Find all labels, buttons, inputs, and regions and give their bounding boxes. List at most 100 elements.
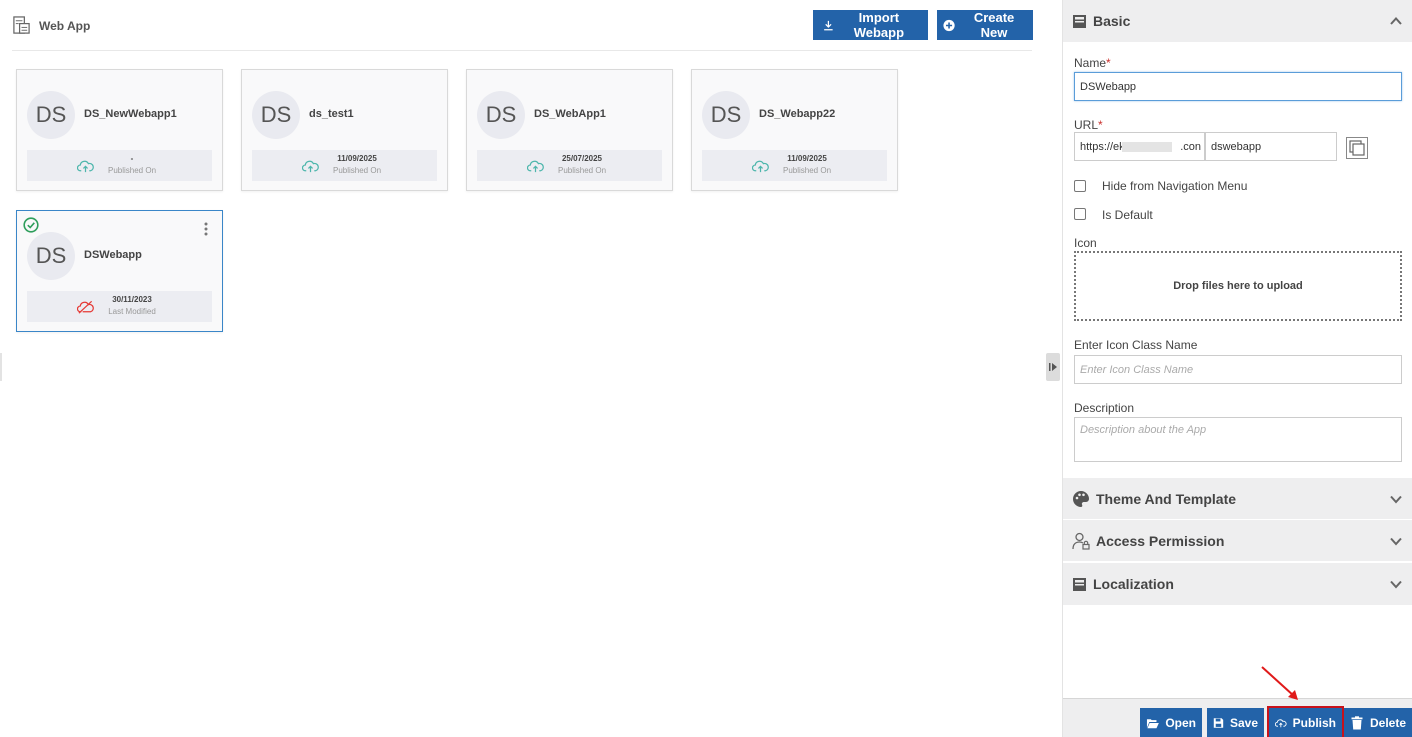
more-options-icon[interactable]: [202, 221, 210, 237]
card-date: 25/07/2025: [561, 154, 603, 163]
card-footer: - Published On: [27, 150, 212, 181]
webapp-card-selected[interactable]: DS DSWebapp 30/11/2023 Last Modified: [16, 210, 223, 332]
page-title-text: Web App: [39, 18, 91, 33]
required-mark: *: [1098, 118, 1103, 132]
webapp-card[interactable]: DS DS_WebApp1 25/07/2025 Published On: [466, 69, 673, 191]
hide-nav-label: Hide from Navigation Menu: [1102, 179, 1248, 193]
card-name: DSWebapp: [84, 249, 142, 261]
panel-toggle-handle[interactable]: [1046, 353, 1060, 381]
section-access-title: Access Permission: [1096, 532, 1225, 549]
cloud-upload-icon: [1275, 719, 1287, 728]
card-footer: 11/09/2025 Published On: [252, 150, 437, 181]
section-basic-header[interactable]: Basic: [1063, 0, 1412, 42]
check-circle-icon: [23, 217, 39, 233]
avatar: DS: [27, 232, 75, 280]
icon-class-label: Enter Icon Class Name: [1074, 338, 1198, 352]
import-webapp-button[interactable]: Import Webapp: [813, 10, 928, 40]
cloud-off-icon: [77, 300, 94, 314]
copy-url-button[interactable]: [1346, 137, 1368, 159]
copy-icon: [1349, 140, 1365, 156]
app-header: Web App Import Webapp Create New: [12, 8, 1033, 51]
card-footer-text: 30/11/2023 Last Modified: [97, 294, 167, 318]
url-label: URL*: [1074, 118, 1103, 132]
card-name: DS_WebApp1: [534, 108, 606, 120]
is-default-label: Is Default: [1102, 208, 1153, 222]
palette-icon: [1073, 490, 1089, 507]
left-edge-handle: [0, 353, 2, 381]
icon-class-input[interactable]: [1074, 355, 1402, 384]
cloud-upload-icon: [752, 160, 769, 173]
save-label: Save: [1229, 716, 1258, 730]
cloud-upload-icon: [77, 160, 94, 173]
plus-circle-icon: [943, 19, 955, 31]
section-access-header[interactable]: Access Permission: [1063, 520, 1412, 562]
card-status: Published On: [782, 166, 832, 175]
card-footer: 30/11/2023 Last Modified: [27, 291, 212, 322]
save-button[interactable]: Save: [1207, 708, 1264, 737]
chevron-up-icon: [1390, 17, 1402, 25]
card-status: Published On: [557, 166, 607, 175]
chevron-down-icon: [1390, 580, 1402, 589]
card-date: 11/09/2025: [337, 154, 377, 163]
webapp-card[interactable]: DS DS_NewWebapp1 - Published On: [16, 69, 223, 191]
hide-nav-checkbox[interactable]: [1074, 180, 1086, 192]
user-lock-icon: [1072, 532, 1090, 550]
open-button[interactable]: Open: [1140, 708, 1202, 737]
card-name: DS_Webapp22: [759, 108, 836, 120]
webapp-card[interactable]: DS ds_test1 11/09/2025 Published On: [241, 69, 448, 191]
open-label: Open: [1165, 716, 1196, 730]
delete-button[interactable]: Delete: [1344, 708, 1412, 737]
avatar: DS: [477, 91, 525, 139]
card-name: DS_NewWebapp1: [84, 108, 177, 120]
avatar: DS: [702, 91, 750, 139]
collapse-panel-icon: [1049, 363, 1057, 371]
card-footer-text: 11/09/2025 Published On: [772, 153, 842, 177]
page-title: Web App: [12, 16, 90, 35]
publish-label: Publish: [1292, 716, 1336, 730]
card-date: 11/09/2025: [787, 154, 827, 163]
cloud-upload-icon: [302, 160, 319, 173]
import-webapp-label: Import Webapp: [853, 10, 905, 40]
card-date: -: [130, 154, 134, 163]
section-localization-title: Localization: [1093, 576, 1174, 592]
card-footer: 25/07/2025 Published On: [477, 150, 662, 181]
section-localization-header[interactable]: Localization: [1063, 563, 1412, 605]
card-footer: 11/09/2025 Published On: [702, 150, 887, 181]
is-default-checkbox[interactable]: [1074, 208, 1086, 220]
url-path-input[interactable]: [1205, 132, 1337, 161]
delete-label: Delete: [1370, 716, 1407, 730]
required-mark: *: [1106, 56, 1111, 70]
icon-label: Icon: [1074, 236, 1097, 250]
trash-icon: [1351, 716, 1363, 730]
name-label: Name*: [1074, 56, 1111, 70]
chevron-down-icon: [1390, 495, 1402, 504]
card-date: 30/11/2023: [112, 295, 152, 304]
icon-dropzone[interactable]: Drop files here to upload: [1074, 251, 1402, 321]
card-status: Published On: [107, 166, 157, 175]
section-theme-header[interactable]: Theme And Template: [1063, 478, 1412, 520]
properties-panel: Basic Name* URL* https://eks .con Hide f…: [1062, 0, 1412, 737]
webapp-card[interactable]: DS DS_Webapp22 11/09/2025 Published On: [691, 69, 898, 191]
chevron-down-icon: [1390, 537, 1402, 546]
name-input[interactable]: [1074, 72, 1402, 101]
url-domain-field[interactable]: https://eks .con: [1074, 132, 1205, 161]
card-footer-text: - Published On: [97, 153, 167, 177]
create-new-label: Create New: [973, 10, 1015, 40]
save-icon: [1213, 718, 1224, 728]
avatar: DS: [27, 91, 75, 139]
dropzone-text: Drop files here to upload: [1173, 280, 1303, 292]
url-suffix: .con: [1180, 141, 1201, 153]
section-theme-title: Theme And Template: [1096, 490, 1237, 507]
description-textarea[interactable]: [1074, 417, 1402, 462]
card-footer-text: 25/07/2025 Published On: [547, 153, 617, 177]
folder-open-icon: [1146, 719, 1159, 729]
create-new-button[interactable]: Create New: [937, 10, 1033, 40]
webapp-icon: [13, 16, 30, 34]
publish-button[interactable]: Publish: [1267, 706, 1344, 737]
localization-icon: [1073, 577, 1086, 591]
card-status: Last Modified: [108, 307, 156, 316]
section-basic-title: Basic: [1093, 13, 1131, 29]
download-icon: [824, 20, 833, 30]
action-bar: Open Save Publish Delete: [1063, 698, 1412, 737]
basic-section-icon: [1073, 14, 1086, 28]
